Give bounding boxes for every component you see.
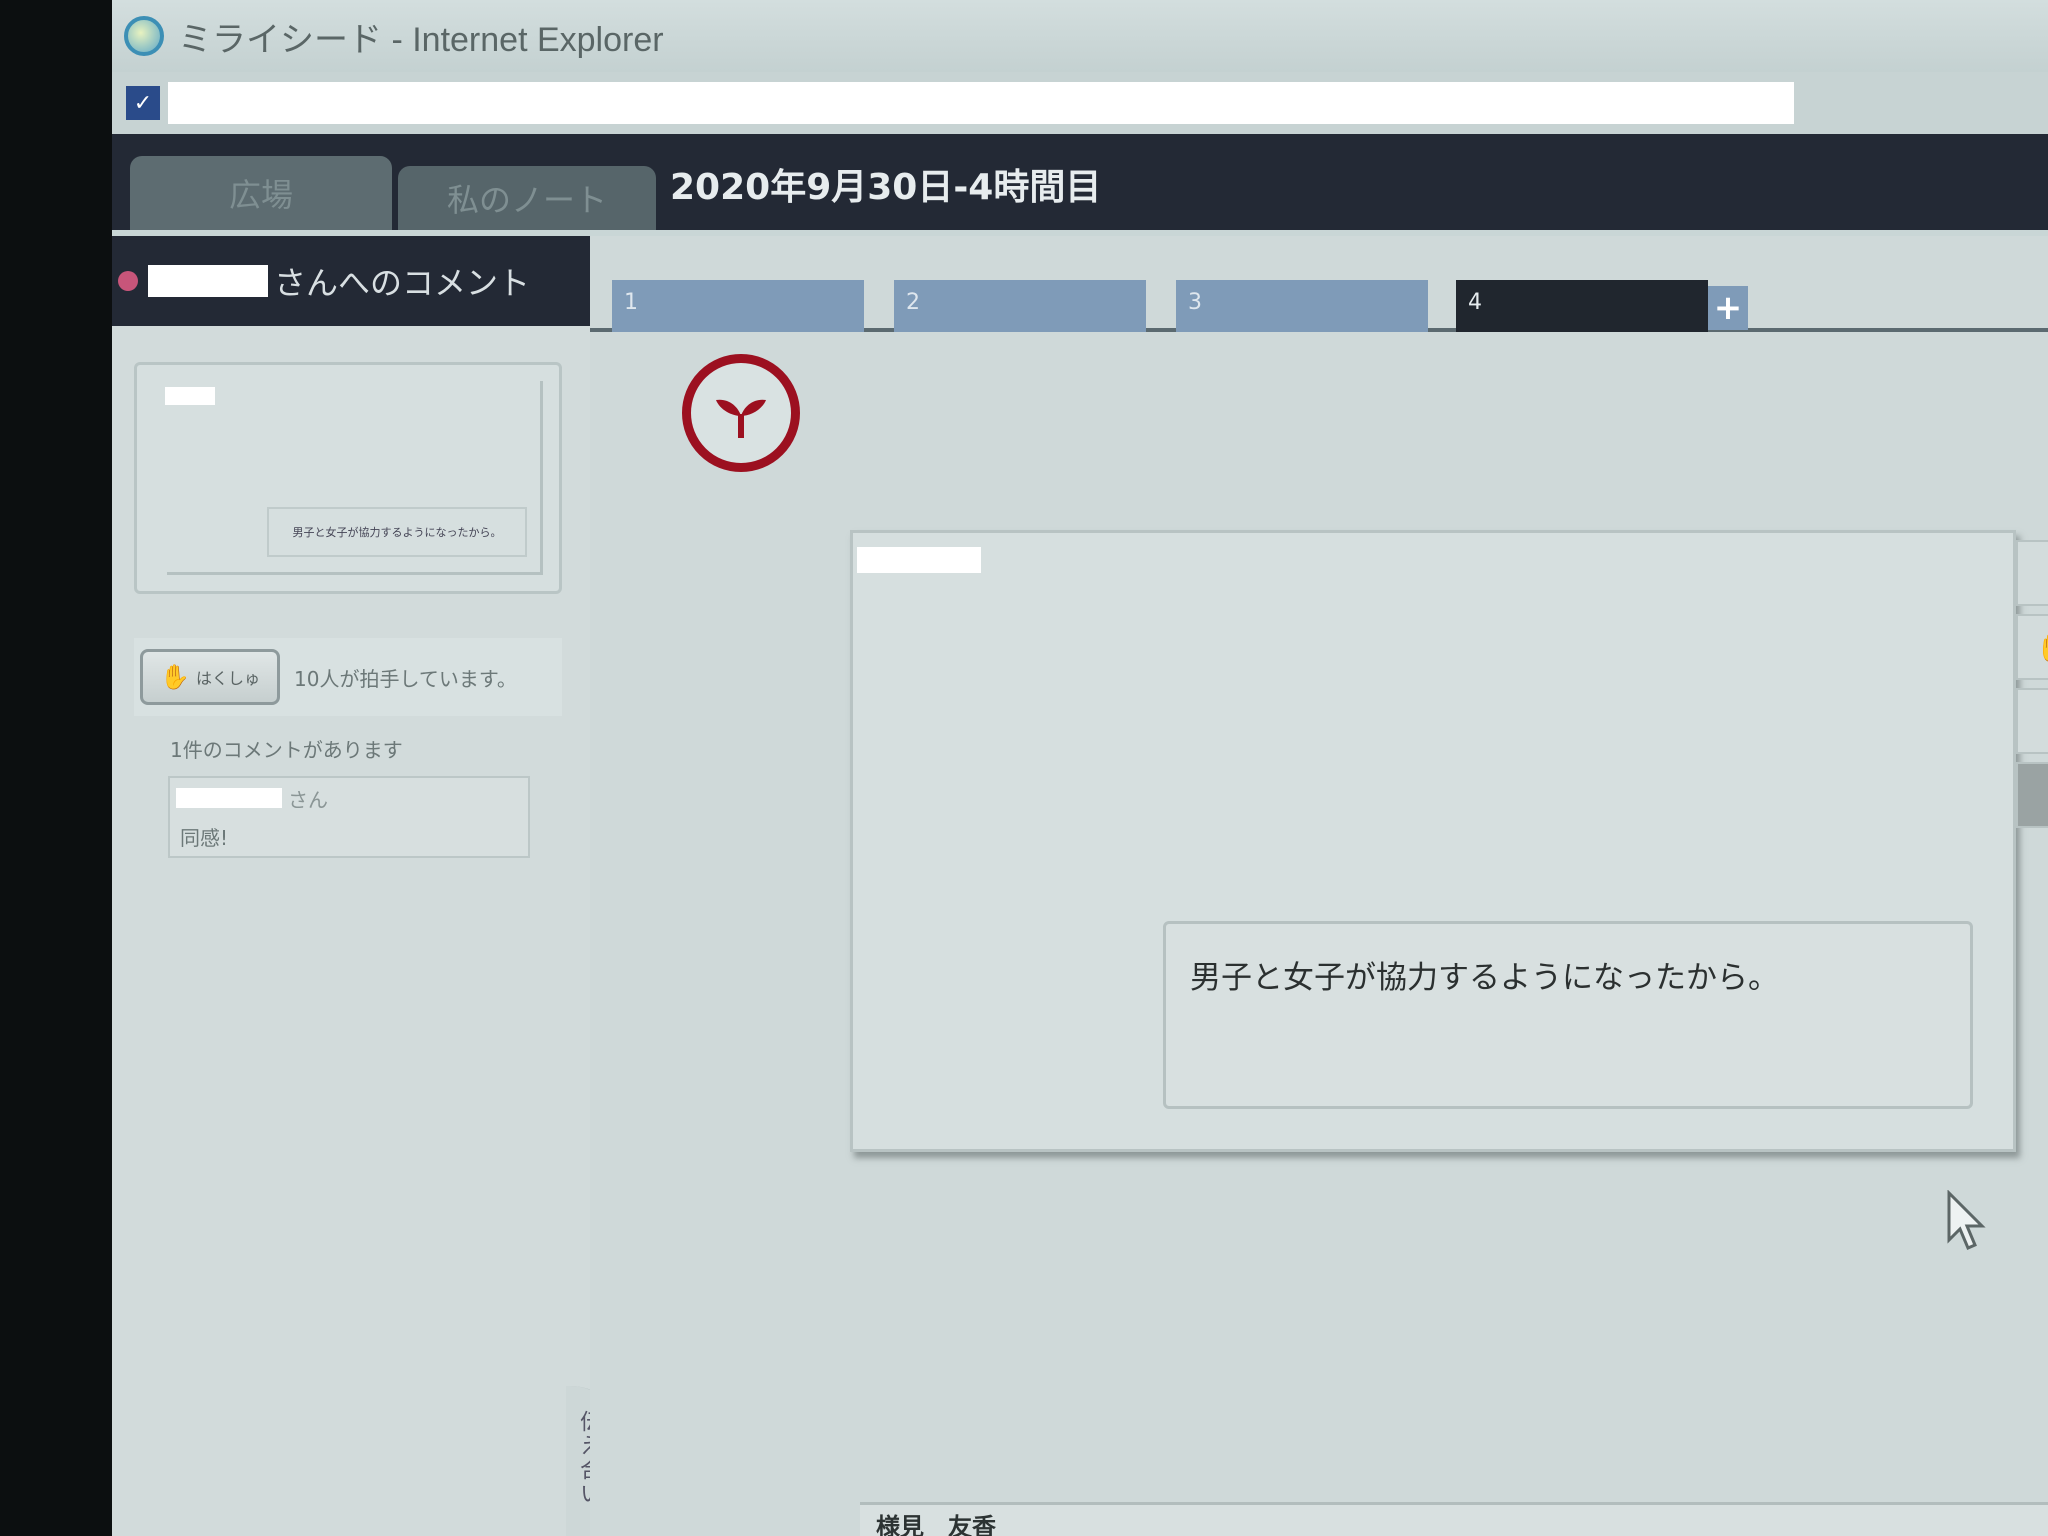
thumbnail-name-redacted <box>165 387 215 405</box>
applause-button-label: はくしゅ <box>195 669 260 688</box>
add-page-button[interactable]: + <box>1708 286 1748 330</box>
applause-button[interactable]: ✋ はくしゅ <box>140 649 280 705</box>
sprout-glyph <box>716 399 766 438</box>
window-titlebar: ミライシード - Internet Explorer <box>112 0 2048 72</box>
tab-hiroba-label: 広場 <box>228 176 293 214</box>
address-bar: ✓ <box>112 72 2048 134</box>
sprout-icon[interactable] <box>682 354 800 472</box>
page-tab-4[interactable]: 4 <box>1456 280 1708 332</box>
page-tab-2[interactable]: 2 <box>894 280 1146 332</box>
plus-icon: + <box>1713 288 1743 328</box>
card-name-redacted <box>857 547 981 573</box>
comment-count: 1件のコメントがあります <box>170 738 403 762</box>
screen: ミライシード - Internet Explorer ✓ 広場 私のノート 20… <box>112 0 2048 1536</box>
page-tab-1-label: 1 <box>624 290 638 315</box>
note-card[interactable]: 男子と女子が協力するようになったから。 <box>850 530 2016 1152</box>
app-header: 広場 私のノート 2020年9月30日-4時間目 <box>112 134 2048 230</box>
next-card-preview: 様見 友香 <box>860 1502 2048 1536</box>
hands-icon: ✋ <box>2036 631 2048 664</box>
comment-icon <box>2044 703 2048 739</box>
applause-status: 10人が拍手しています。 <box>294 666 517 691</box>
site-icon: ✓ <box>126 86 160 120</box>
page-tabs: 1 2 3 4 + <box>590 236 2048 332</box>
thumbnail-text: 男子と女子が協力するようになったから。 <box>267 507 527 557</box>
window-title: ミライシード - Internet Explorer <box>178 20 664 59</box>
commenter-name-redacted <box>176 788 282 808</box>
answer-textbox[interactable]: 男子と女子が協力するようになったから。 <box>1163 921 1973 1109</box>
page-tab-3[interactable]: 3 <box>1176 280 1428 332</box>
tab-my-note[interactable]: 私のノート <box>398 166 656 230</box>
hands-icon: ✋ <box>160 663 190 691</box>
applause-count-button[interactable]: ✋ 10 <box>2016 614 2048 680</box>
ie-icon <box>124 16 164 56</box>
applause-row: ✋ はくしゅ 10人が拍手しています。 <box>134 638 562 716</box>
page-tab-2-label: 2 <box>906 290 920 315</box>
cursor-icon <box>1947 1190 1986 1250</box>
session-title: 2020年9月30日-4時間目 <box>670 167 1102 208</box>
zoom-button[interactable] <box>2016 762 2048 828</box>
comment-item: さん 同感! <box>168 776 530 858</box>
page-tab-4-label: 4 <box>1468 290 1482 315</box>
comment-body: 同感! <box>180 826 229 850</box>
note-area: 1 2 3 4 + 男子と女子が協力するようになったから。 様見 友香 <box>590 236 2048 1536</box>
next-card-name: 様見 友香 <box>876 1513 996 1536</box>
tab-hiroba[interactable]: 広場 <box>130 156 392 230</box>
answer-text: 男子と女子が協力するようになったから。 <box>1190 960 1779 996</box>
comment-panel-header: さんへのコメント <box>112 236 590 326</box>
badge-button[interactable] <box>2016 540 2048 606</box>
note-thumbnail[interactable]: 男子と女子が協力するようになったから。 <box>134 362 562 594</box>
comment-count-button[interactable]: 1 <box>2016 688 2048 754</box>
commenter-honorific: さん <box>288 788 328 812</box>
comment-panel-title: さんへのコメント <box>274 264 531 302</box>
address-field[interactable] <box>168 82 1794 124</box>
tab-my-note-label: 私のノート <box>446 181 607 219</box>
page-tab-1[interactable]: 1 <box>612 280 864 332</box>
student-name-redacted <box>148 265 268 297</box>
flower-icon <box>118 271 138 291</box>
page-tab-3-label: 3 <box>1188 290 1202 315</box>
comment-panel: さんへのコメント 男子と女子が協力するようになったから。 ✋ はくしゅ 10人が… <box>112 236 630 1536</box>
